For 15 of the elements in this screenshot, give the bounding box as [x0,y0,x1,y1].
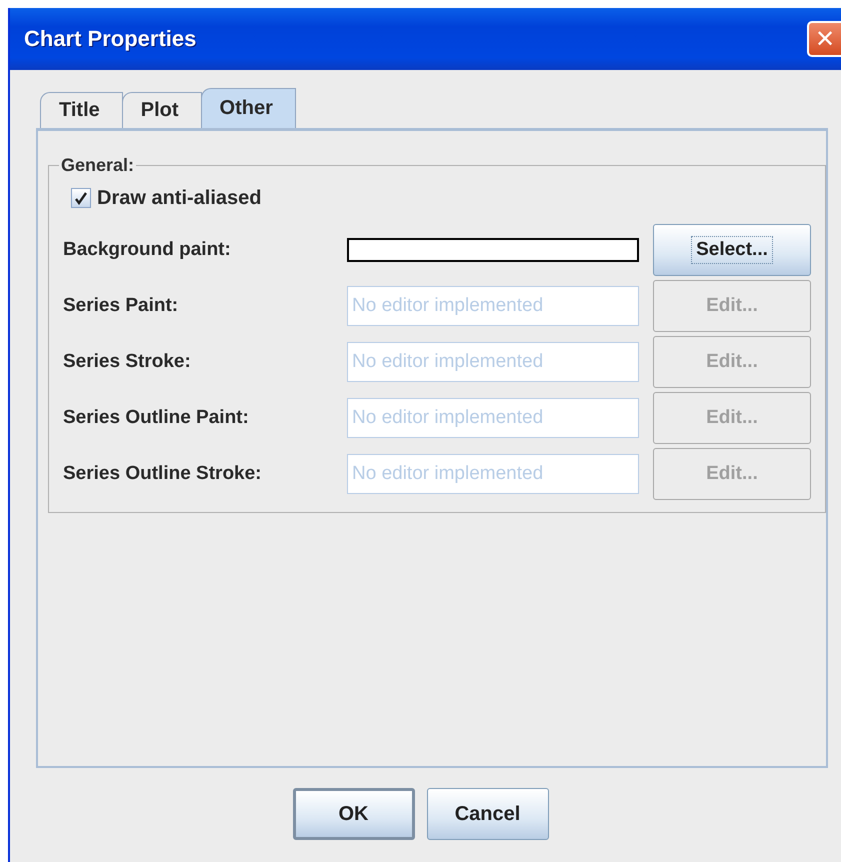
tab[interactable]: Other [200,88,296,128]
tab[interactable]: Title [40,92,123,128]
field-label: Series Outline Paint: [63,407,250,429]
close-button[interactable]: ✕ [807,21,841,57]
field-label: Series Paint: [63,295,180,317]
field-label: Series Stroke: [63,351,192,373]
ok-button[interactable]: OK [292,788,414,840]
field-label: Background paint: [63,239,232,261]
checkbox[interactable] [71,188,91,208]
select-button[interactable]: Select... [653,224,811,276]
checkbox-label[interactable]: Draw anti-aliased [97,186,262,210]
window-title: Chart Properties [24,26,196,52]
group-title: General: [60,155,136,176]
cancel-button[interactable]: Cancel [426,788,548,840]
field-label: Series Outline Stroke: [63,463,263,485]
